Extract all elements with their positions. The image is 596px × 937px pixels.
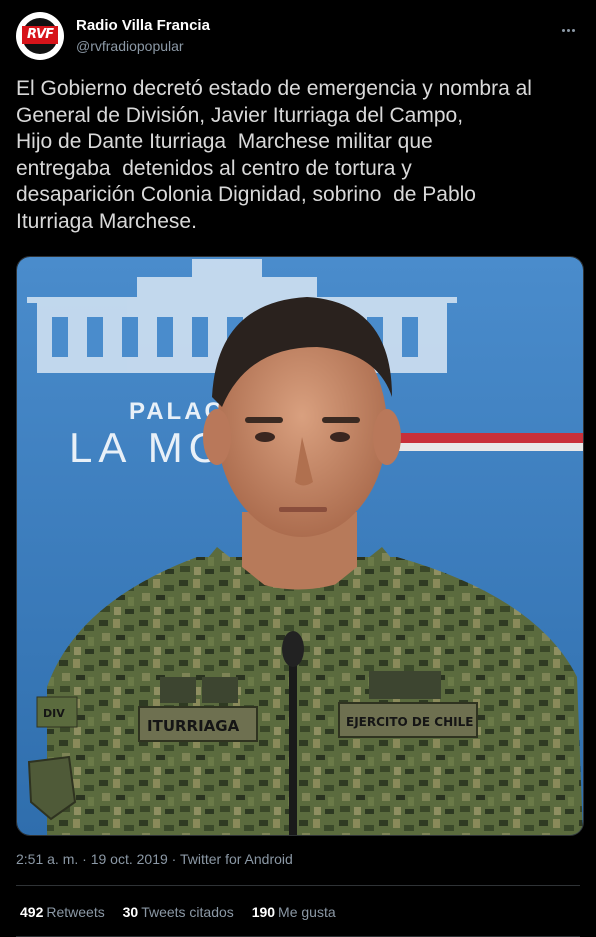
tweet-header: RVF Radio Villa Francia @rvfradiopopular: [16, 12, 580, 60]
tweet-date[interactable]: 19 oct. 2019: [91, 851, 168, 867]
tweet-time[interactable]: 2:51 a. m.: [16, 851, 78, 867]
tweet-text: El Gobierno decretó estado de emergencia…: [16, 77, 532, 233]
avatar-logo-text: RVF: [27, 27, 54, 42]
likes-label: Me gusta: [278, 904, 336, 920]
meta-separator: ·: [78, 851, 91, 867]
likes-stat[interactable]: 190 Me gusta: [252, 904, 336, 920]
divider: [16, 885, 580, 886]
retweets-label: Retweets: [46, 904, 105, 920]
name-tape-text: ITURRIAGA: [147, 717, 240, 735]
retweets-stat[interactable]: 492 Retweets: [20, 904, 105, 920]
tweet: RVF Radio Villa Francia @rvfradiopopular…: [0, 0, 596, 937]
quote-tweets-stat[interactable]: 30 Tweets citados: [123, 904, 234, 920]
author-handle[interactable]: @rvfradiopopular: [76, 38, 184, 54]
branch-tape-text: EJERCITO DE CHILE: [346, 715, 473, 729]
retweets-count: 492: [20, 904, 44, 920]
more-options-icon[interactable]: [556, 18, 580, 42]
quote-tweets-count: 30: [122, 904, 139, 920]
author-name[interactable]: Radio Villa Francia: [76, 17, 210, 34]
tweet-photo[interactable]: PALAC LA MO ITURRIAGA EJERCITO DE CHILE …: [16, 256, 584, 836]
quote-tweets-label: Tweets citados: [141, 904, 234, 920]
likes-count: 190: [251, 904, 276, 920]
tweet-source[interactable]: Twitter for Android: [180, 851, 293, 867]
tweet-stats: 492 Retweets 30 Tweets citados 190 Me gusta: [20, 904, 350, 920]
meta-separator: ·: [167, 851, 180, 867]
avatar[interactable]: RVF: [16, 12, 64, 60]
tweet-meta: 2:51 a. m. · 19 oct. 2019 · Twitter for …: [16, 851, 293, 867]
photo-illustration: PALAC LA MO ITURRIAGA EJERCITO DE CHILE …: [17, 257, 583, 835]
sleeve-patch-text: DIV: [43, 707, 65, 720]
